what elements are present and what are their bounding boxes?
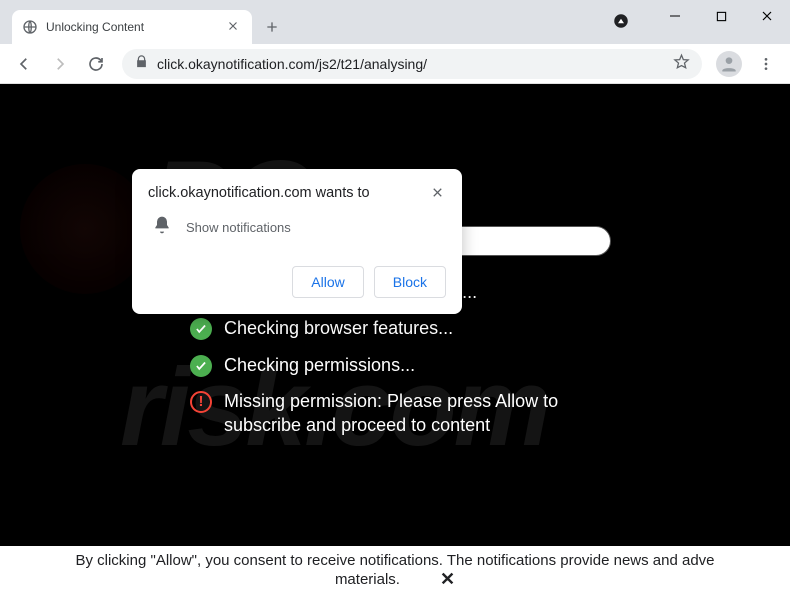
close-window-button[interactable] xyxy=(744,0,790,32)
close-tab-icon[interactable] xyxy=(226,19,242,35)
page-content: PC risk.com Checking browser information… xyxy=(0,84,790,546)
popup-origin-text: click.okaynotification.com wants to xyxy=(148,185,370,201)
consent-footer: By clicking "Allow", you consent to rece… xyxy=(0,546,790,596)
url-text: click.okaynotification.com/js2/t21/analy… xyxy=(157,56,665,72)
new-tab-button[interactable] xyxy=(258,13,286,41)
check-ok-icon xyxy=(190,355,212,377)
window-controls xyxy=(652,0,790,32)
browser-tab[interactable]: Unlocking Content xyxy=(12,10,252,44)
check-text: Checking permissions... xyxy=(224,353,415,377)
check-row: Checking browser features... xyxy=(190,316,604,340)
lock-icon[interactable] xyxy=(134,54,149,74)
check-text: Checking browser features... xyxy=(224,316,453,340)
minimize-button[interactable] xyxy=(652,0,698,32)
menu-button[interactable] xyxy=(750,48,782,80)
maximize-button[interactable] xyxy=(698,0,744,32)
back-button[interactable] xyxy=(8,48,40,80)
browser-toolbar: click.okaynotification.com/js2/t21/analy… xyxy=(0,44,790,84)
check-text: Missing permission: Please press Allow t… xyxy=(224,389,604,438)
forward-button[interactable] xyxy=(44,48,76,80)
footer-close-icon[interactable]: ✕ xyxy=(440,569,455,590)
profile-avatar[interactable] xyxy=(716,51,742,77)
window-titlebar: Unlocking Content xyxy=(0,0,790,44)
close-icon[interactable] xyxy=(430,185,446,201)
check-row: ! Missing permission: Please press Allow… xyxy=(190,389,604,438)
bookmark-star-icon[interactable] xyxy=(673,53,690,75)
error-icon: ! xyxy=(190,391,212,413)
address-bar[interactable]: click.okaynotification.com/js2/t21/analy… xyxy=(122,49,702,79)
allow-button[interactable]: Allow xyxy=(292,266,363,298)
reload-button[interactable] xyxy=(80,48,112,80)
check-ok-icon xyxy=(190,318,212,340)
globe-icon xyxy=(22,19,38,35)
account-badge-icon[interactable] xyxy=(612,12,630,30)
bell-icon xyxy=(152,215,172,240)
tab-title: Unlocking Content xyxy=(46,20,218,34)
block-button[interactable]: Block xyxy=(374,266,446,298)
consent-text-line2: materials. xyxy=(335,571,400,588)
permission-label: Show notifications xyxy=(186,220,291,235)
consent-text-line1: By clicking "Allow", you consent to rece… xyxy=(75,552,714,569)
check-row: Checking permissions... xyxy=(190,353,604,377)
notification-permission-popup: click.okaynotification.com wants to Show… xyxy=(132,169,462,314)
